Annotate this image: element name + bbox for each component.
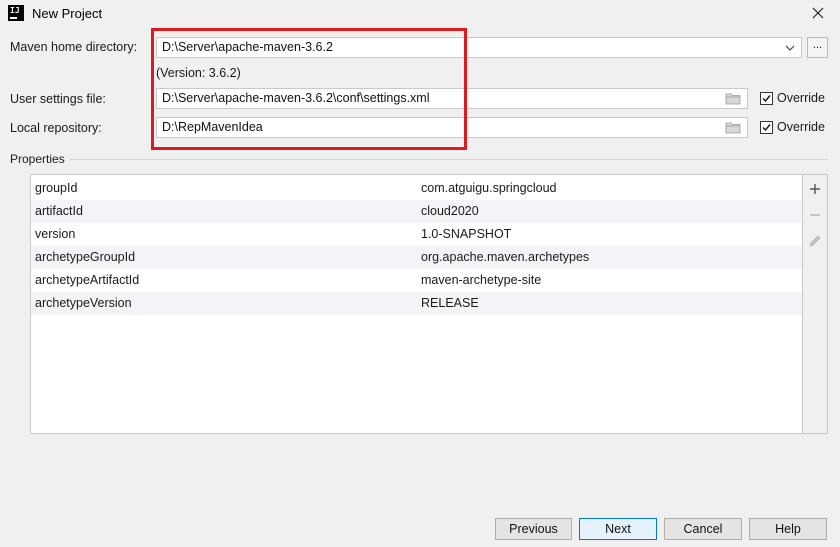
table-row[interactable]: archetypeArtifactId maven-archetype-site (31, 269, 802, 292)
table-row[interactable]: archetypeVersion RELEASE (31, 292, 802, 315)
section-divider (70, 159, 828, 160)
browse-button[interactable]: ... (807, 37, 828, 58)
property-value: 1.0-SNAPSHOT (421, 227, 512, 241)
table-row[interactable]: artifactId cloud2020 (31, 200, 802, 223)
maven-home-label: Maven home directory: (10, 40, 138, 54)
table-row[interactable]: archetypeGroupId org.apache.maven.archet… (31, 246, 802, 269)
property-key: archetypeGroupId (35, 250, 136, 264)
checkmark-icon (762, 124, 771, 132)
chevron-down-icon[interactable] (781, 38, 799, 57)
next-button[interactable]: Next (579, 518, 657, 540)
property-key: groupId (35, 181, 78, 195)
properties-section-label: Properties (10, 152, 65, 166)
previous-button[interactable]: Previous (495, 518, 572, 540)
maven-version-text: (Version: 3.6.2) (156, 66, 241, 80)
local-repo-field[interactable]: D:\RepMavenIdea (156, 117, 748, 138)
intellij-idea-icon: IJ (8, 5, 24, 21)
properties-toolbar (803, 174, 828, 434)
maven-home-combobox[interactable]: D:\Server\apache-maven-3.6.2 (156, 37, 802, 58)
user-settings-label: User settings file: (10, 92, 106, 106)
user-settings-field[interactable]: D:\Server\apache-maven-3.6.2\conf\settin… (156, 88, 748, 109)
table-row[interactable]: groupId com.atguigu.springcloud (31, 177, 802, 200)
folder-icon[interactable] (725, 92, 741, 105)
property-key: archetypeArtifactId (35, 273, 140, 287)
title-bar (0, 0, 840, 28)
edit-icon[interactable] (807, 233, 823, 249)
property-value: RELEASE (421, 296, 479, 310)
close-icon[interactable] (807, 3, 829, 23)
property-key: artifactId (35, 204, 83, 218)
local-repo-label: Local repository: (10, 121, 102, 135)
folder-icon[interactable] (725, 121, 741, 134)
remove-icon[interactable] (807, 207, 823, 223)
local-repo-value: D:\RepMavenIdea (162, 120, 263, 134)
property-key: version (35, 227, 76, 241)
user-settings-value: D:\Server\apache-maven-3.6.2\conf\settin… (162, 91, 430, 105)
user-settings-override-checkbox[interactable] (760, 92, 773, 105)
local-repo-override-label: Override (777, 120, 825, 134)
user-settings-override-label: Override (777, 91, 825, 105)
window-title: New Project (32, 6, 103, 21)
local-repo-override-checkbox[interactable] (760, 121, 773, 134)
property-value: com.atguigu.springcloud (421, 181, 557, 195)
checkmark-icon (762, 95, 771, 103)
maven-home-value: D:\Server\apache-maven-3.6.2 (162, 40, 333, 54)
property-key: archetypeVersion (35, 296, 132, 310)
help-button[interactable]: Help (749, 518, 827, 540)
property-value: cloud2020 (421, 204, 479, 218)
properties-table[interactable]: groupId com.atguigu.springcloud artifact… (30, 174, 803, 434)
property-value: maven-archetype-site (421, 273, 542, 287)
add-icon[interactable] (807, 181, 823, 197)
property-value: org.apache.maven.archetypes (421, 250, 590, 264)
table-row[interactable]: version 1.0-SNAPSHOT (31, 223, 802, 246)
cancel-button[interactable]: Cancel (664, 518, 742, 540)
